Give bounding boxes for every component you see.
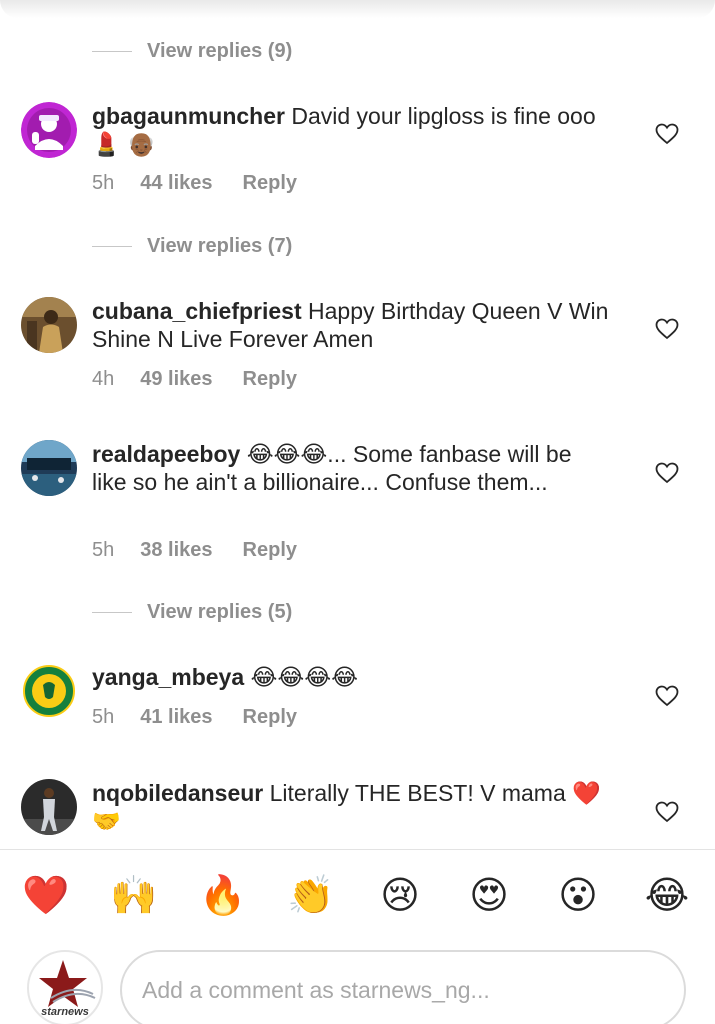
avatar[interactable] — [21, 297, 77, 353]
comment-username[interactable]: yanga_mbeya — [92, 664, 244, 690]
comment-likes[interactable]: 41 likes — [140, 706, 212, 729]
like-heart-icon[interactable] — [655, 318, 679, 340]
view-replies-label[interactable]: View replies (5) — [147, 601, 292, 624]
brand-label: starnews — [41, 1006, 89, 1018]
red-heart-reaction-icon[interactable]: ❤️ — [20, 868, 72, 924]
comment-input-container[interactable] — [120, 950, 686, 1024]
clapping-hands-reaction-icon[interactable]: 👏 — [285, 868, 337, 924]
quick-reactions-bar: ❤️ 🙌 🔥 👏 😢 😍 😮 😂 — [0, 868, 715, 926]
reply-line — [92, 50, 132, 52]
avatar[interactable] — [21, 663, 77, 719]
comment-username[interactable]: nqobiledanseur — [92, 780, 263, 806]
comment-username[interactable]: gbagaunmuncher — [92, 103, 285, 129]
view-replies-label[interactable]: View replies (7) — [147, 235, 292, 258]
comment-likes[interactable]: 49 likes — [140, 368, 212, 391]
reply-button[interactable]: Reply — [243, 706, 297, 729]
comment-text: 😂😂😂😂 — [250, 664, 359, 690]
surprised-face-reaction-icon[interactable]: 😮 — [552, 868, 604, 924]
view-replies-label[interactable]: View replies (9) — [147, 40, 292, 63]
reply-button[interactable]: Reply — [243, 539, 297, 562]
tears-of-joy-reaction-icon[interactable]: 😂 — [641, 868, 693, 924]
fire-reaction-icon[interactable]: 🔥 — [197, 868, 249, 924]
comment-time: 5h — [92, 172, 115, 194]
comment-username[interactable]: cubana_chiefpriest — [92, 298, 302, 324]
view-replies-toggle[interactable]: View replies (7) — [92, 231, 292, 261]
like-heart-icon[interactable] — [655, 123, 679, 145]
reply-line — [92, 245, 132, 247]
view-replies-toggle[interactable]: View replies (9) — [92, 36, 292, 66]
divider — [0, 849, 715, 850]
comment-time: 4h — [92, 368, 115, 390]
like-heart-icon[interactable] — [655, 462, 679, 484]
like-heart-icon[interactable] — [655, 685, 679, 707]
comment-time: 5h — [92, 539, 115, 561]
top-shadow — [0, 0, 715, 18]
like-heart-icon[interactable] — [655, 801, 679, 823]
reply-line — [92, 611, 132, 613]
comment-input[interactable] — [142, 972, 662, 1008]
current-user-avatar[interactable]: starnews — [27, 950, 103, 1024]
avatar[interactable] — [21, 102, 77, 158]
raising-hands-reaction-icon[interactable]: 🙌 — [108, 868, 160, 924]
comment-likes[interactable]: 38 likes — [140, 539, 212, 562]
reply-button[interactable]: Reply — [243, 368, 297, 391]
avatar[interactable] — [21, 440, 77, 496]
avatar[interactable] — [21, 779, 77, 835]
comment-time: 5h — [92, 706, 115, 728]
heart-eyes-reaction-icon[interactable]: 😍 — [463, 868, 515, 924]
view-replies-toggle[interactable]: View replies (5) — [92, 597, 292, 627]
crying-face-reaction-icon[interactable]: 😢 — [374, 868, 426, 924]
comment-username[interactable]: realdapeeboy — [92, 441, 240, 467]
reply-button[interactable]: Reply — [243, 172, 297, 195]
comment-likes[interactable]: 44 likes — [140, 172, 212, 195]
